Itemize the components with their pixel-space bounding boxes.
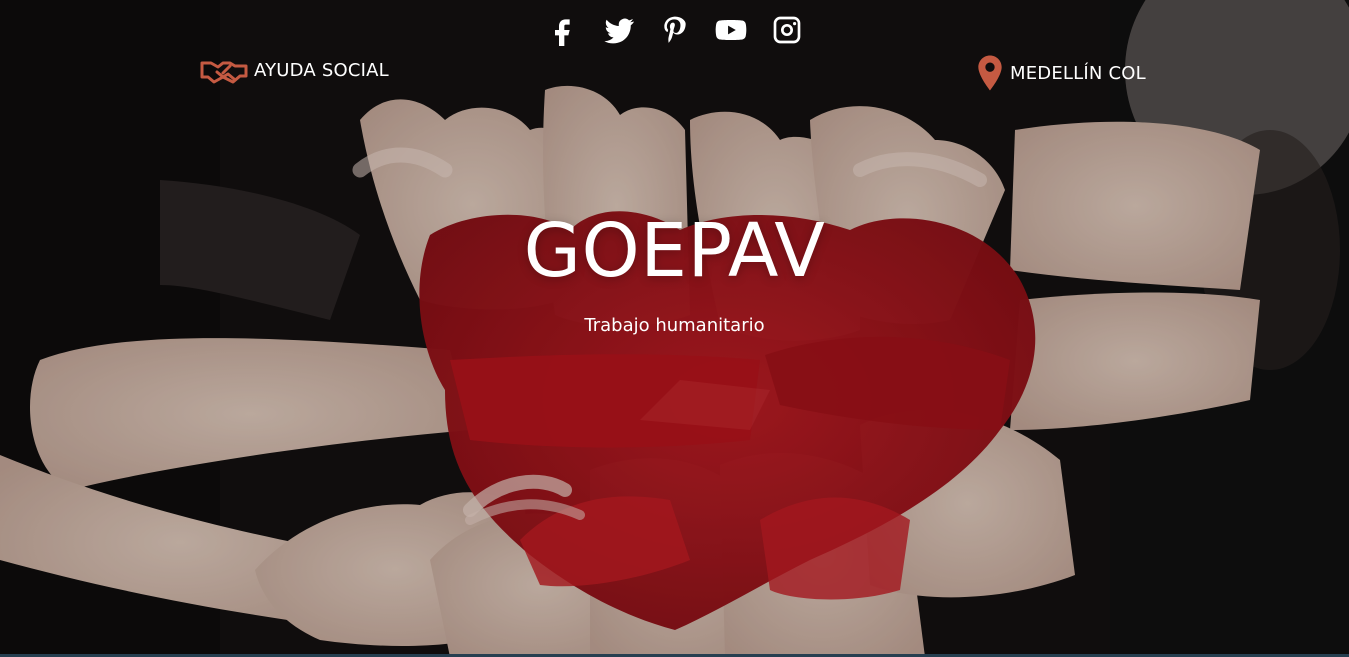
ayuda-social-label: AYUDA SOCIAL	[254, 59, 389, 81]
site-title: GOEPAV	[523, 207, 826, 294]
pinterest-link[interactable]	[657, 10, 693, 50]
social-links-bar	[0, 10, 1349, 50]
youtube-icon	[715, 20, 746, 40]
instagram-icon	[773, 16, 800, 44]
hero-section: AYUDA SOCIAL MEDELLÍN COL GOEPAV Trabajo…	[0, 0, 1349, 657]
medellin-label: MEDELLÍN COL	[1010, 62, 1146, 84]
handshake-icon	[200, 54, 248, 86]
facebook-icon	[554, 19, 570, 46]
twitter-icon	[603, 18, 634, 44]
site-subtitle: Trabajo humanitario	[584, 315, 765, 336]
youtube-link[interactable]	[713, 10, 749, 50]
pinterest-icon	[663, 16, 686, 43]
medellin-location-link[interactable]: MEDELLÍN COL	[976, 54, 1146, 92]
facebook-link[interactable]	[545, 10, 581, 50]
ayuda-social-link[interactable]: AYUDA SOCIAL	[200, 54, 389, 86]
location-pin-icon	[976, 54, 1004, 92]
instagram-link[interactable]	[769, 10, 805, 50]
twitter-link[interactable]	[601, 10, 637, 50]
